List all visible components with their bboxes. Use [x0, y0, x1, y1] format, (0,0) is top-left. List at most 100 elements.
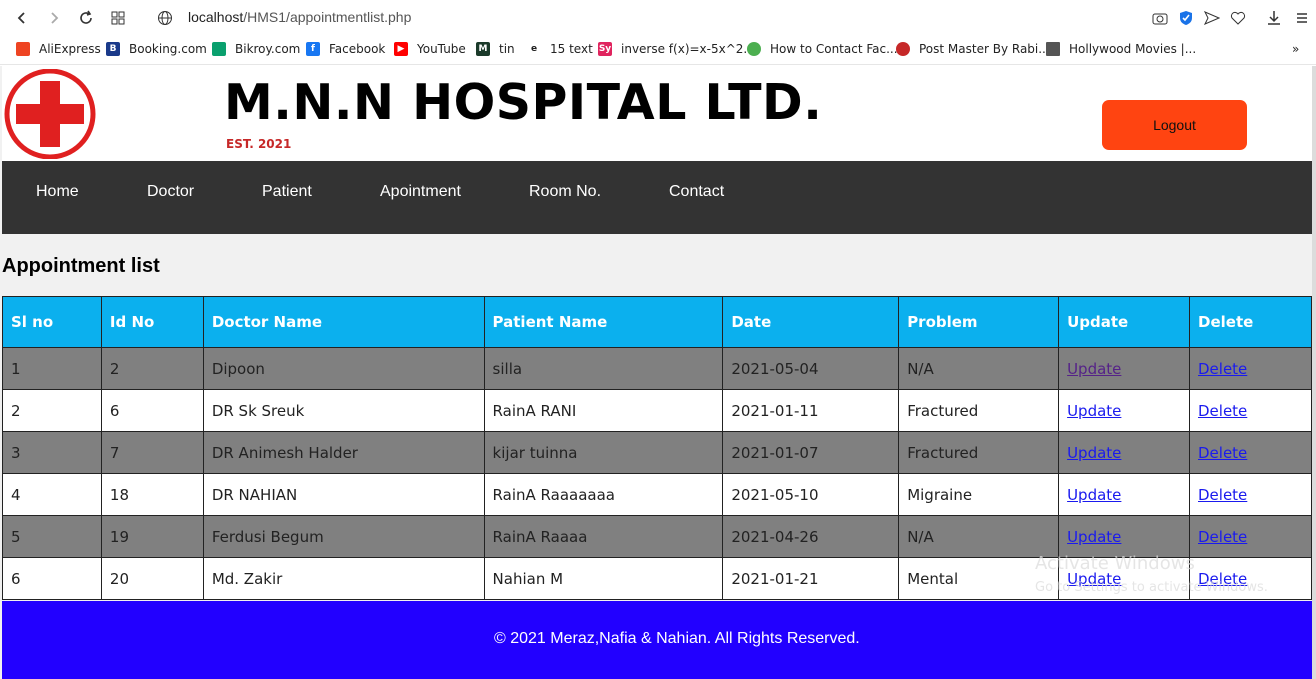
nav-doctor[interactable]: Doctor: [147, 183, 194, 201]
cell-update: Update: [1058, 431, 1190, 474]
cell-doctor: Ferdusi Begum: [202, 515, 485, 558]
bookmark-aliexpress[interactable]: AliExpress: [16, 42, 101, 56]
download-icon[interactable]: [1264, 8, 1284, 28]
update-link[interactable]: Update: [1067, 486, 1121, 504]
update-link[interactable]: Update: [1067, 402, 1121, 420]
column-header-patient-name: Patient Name: [483, 296, 724, 348]
column-header-id-no: Id No: [100, 296, 204, 348]
cell-delete: Delete: [1189, 389, 1312, 432]
cell-id: 20: [100, 557, 204, 600]
cell-patient: RainA RANI: [483, 389, 724, 432]
cell-delete: Delete: [1189, 431, 1312, 474]
reload-icon[interactable]: [76, 8, 96, 28]
cell-patient: RainA Raaaa: [483, 515, 724, 558]
delete-link[interactable]: Delete: [1198, 360, 1247, 378]
delete-link[interactable]: Delete: [1198, 444, 1247, 462]
page-title: Appointment list: [2, 255, 160, 277]
facebook-icon: f: [306, 42, 320, 56]
bookmark-facebook[interactable]: f Facebook: [306, 42, 385, 56]
table-row: 1 2 Dipoon silla 2021-05-04 N/A Update D…: [2, 347, 1312, 390]
nav-patient[interactable]: Patient: [262, 183, 312, 201]
url-host: localhost: [188, 9, 244, 25]
address-bar[interactable]: localhost/HMS1/appointmentlist.php: [188, 9, 411, 25]
column-header-doctor-name: Doctor Name: [202, 296, 485, 348]
update-link[interactable]: Update: [1067, 360, 1121, 378]
cell-id: 2: [100, 347, 204, 390]
tabs-grid-icon[interactable]: [108, 8, 128, 28]
cell-delete: Delete: [1189, 515, 1312, 558]
bookmark-youtube[interactable]: ▶ YouTube: [394, 42, 466, 56]
cell-id: 19: [100, 515, 204, 558]
location-icon: [747, 42, 761, 56]
column-header-sl-no: Sl no: [2, 296, 102, 348]
camera-icon[interactable]: [1150, 8, 1170, 28]
cell-date: 2021-05-04: [722, 347, 900, 390]
cell-doctor: DR NAHIAN: [202, 473, 485, 516]
cell-id: 7: [100, 431, 204, 474]
delete-link[interactable]: Delete: [1198, 486, 1247, 504]
cell-delete: Delete: [1189, 473, 1312, 516]
column-header-date: Date: [722, 296, 900, 348]
bookmark-tin[interactable]: Mtin: [476, 42, 515, 56]
update-link[interactable]: Update: [1067, 528, 1121, 546]
heart-icon[interactable]: [1228, 8, 1248, 28]
booking-icon: B: [106, 42, 120, 56]
forward-icon[interactable]: [44, 8, 64, 28]
table-header-row: Sl no Id No Doctor Name Patient Name Dat…: [2, 296, 1312, 348]
nav-room-no[interactable]: Room No.: [529, 183, 601, 201]
cell-problem: N/A: [898, 347, 1060, 390]
back-icon[interactable]: [12, 8, 32, 28]
table-row: 3 7 DR Animesh Halder kijar tuinna 2021-…: [2, 431, 1312, 474]
cell-problem: Migraine: [898, 473, 1060, 516]
cell-patient: RainA Raaaaaaa: [483, 473, 724, 516]
column-header-update: Update: [1058, 296, 1190, 348]
nav-contact[interactable]: Contact: [669, 183, 724, 201]
site-title: M.N.N HOSPITAL LTD.: [224, 74, 823, 131]
menu-icon[interactable]: [1292, 8, 1312, 28]
shield-icon[interactable]: [1176, 8, 1196, 28]
site-footer: © 2021 Meraz,Nafia & Nahian. All Rights …: [2, 601, 1312, 679]
bookmark-15-text[interactable]: e 15 text: [527, 42, 593, 56]
globe-icon: [155, 8, 175, 28]
cell-sl: 1: [2, 347, 102, 390]
cell-update: Update: [1058, 389, 1190, 432]
bookmark-postmaster[interactable]: Post Master By Rabi...: [896, 42, 1050, 56]
send-icon[interactable]: [1202, 8, 1222, 28]
nav-home[interactable]: Home: [36, 183, 79, 201]
column-header-problem: Problem: [898, 296, 1060, 348]
bookmark-contact[interactable]: How to Contact Fac...: [747, 42, 898, 56]
url-path: /HMS1/appointmentlist.php: [243, 9, 412, 25]
main-nav: Home Doctor Patient Apointment Room No. …: [2, 161, 1312, 234]
table-row: 4 18 DR NAHIAN RainA Raaaaaaa 2021-05-10…: [2, 473, 1312, 516]
cell-doctor: DR Sk Sreuk: [202, 389, 485, 432]
bikroy-icon: [212, 42, 226, 56]
delete-link[interactable]: Delete: [1198, 402, 1247, 420]
cell-problem: Fractured: [898, 389, 1060, 432]
bookmark-inverse[interactable]: Sy inverse f(x)=x-5x^2...: [598, 42, 755, 56]
update-link[interactable]: Update: [1067, 444, 1121, 462]
cell-problem: Fractured: [898, 431, 1060, 474]
nav-apointment[interactable]: Apointment: [380, 183, 461, 201]
bookmark-bikroy[interactable]: Bikroy.com: [212, 42, 300, 56]
tin-icon: M: [476, 42, 490, 56]
column-header-delete: Delete: [1189, 296, 1312, 348]
bookmark-booking[interactable]: B Booking.com: [106, 42, 207, 56]
youtube-icon: ▶: [394, 42, 408, 56]
table-row: 5 19 Ferdusi Begum RainA Raaaa 2021-04-2…: [2, 515, 1312, 558]
hospital-cross-logo: [4, 69, 96, 159]
cell-sl: 3: [2, 431, 102, 474]
logout-button[interactable]: Logout: [1102, 100, 1247, 150]
cell-date: 2021-04-26: [722, 515, 900, 558]
bookmarks-overflow-icon[interactable]: »: [1292, 42, 1299, 56]
cell-update: Update: [1058, 473, 1190, 516]
cell-doctor: Dipoon: [202, 347, 485, 390]
established-label: EST. 2021: [226, 137, 292, 151]
cell-date: 2021-05-10: [722, 473, 900, 516]
delete-link[interactable]: Delete: [1198, 528, 1247, 546]
bookmark-hollywood[interactable]: Hollywood Movies |...: [1046, 42, 1196, 56]
table-row: 2 6 DR Sk Sreuk RainA RANI 2021-01-11 Fr…: [2, 389, 1312, 432]
cell-patient: silla: [483, 347, 724, 390]
cell-id: 6: [100, 389, 204, 432]
scrollbar[interactable]: [1312, 66, 1316, 679]
aliexpress-icon: [16, 42, 30, 56]
